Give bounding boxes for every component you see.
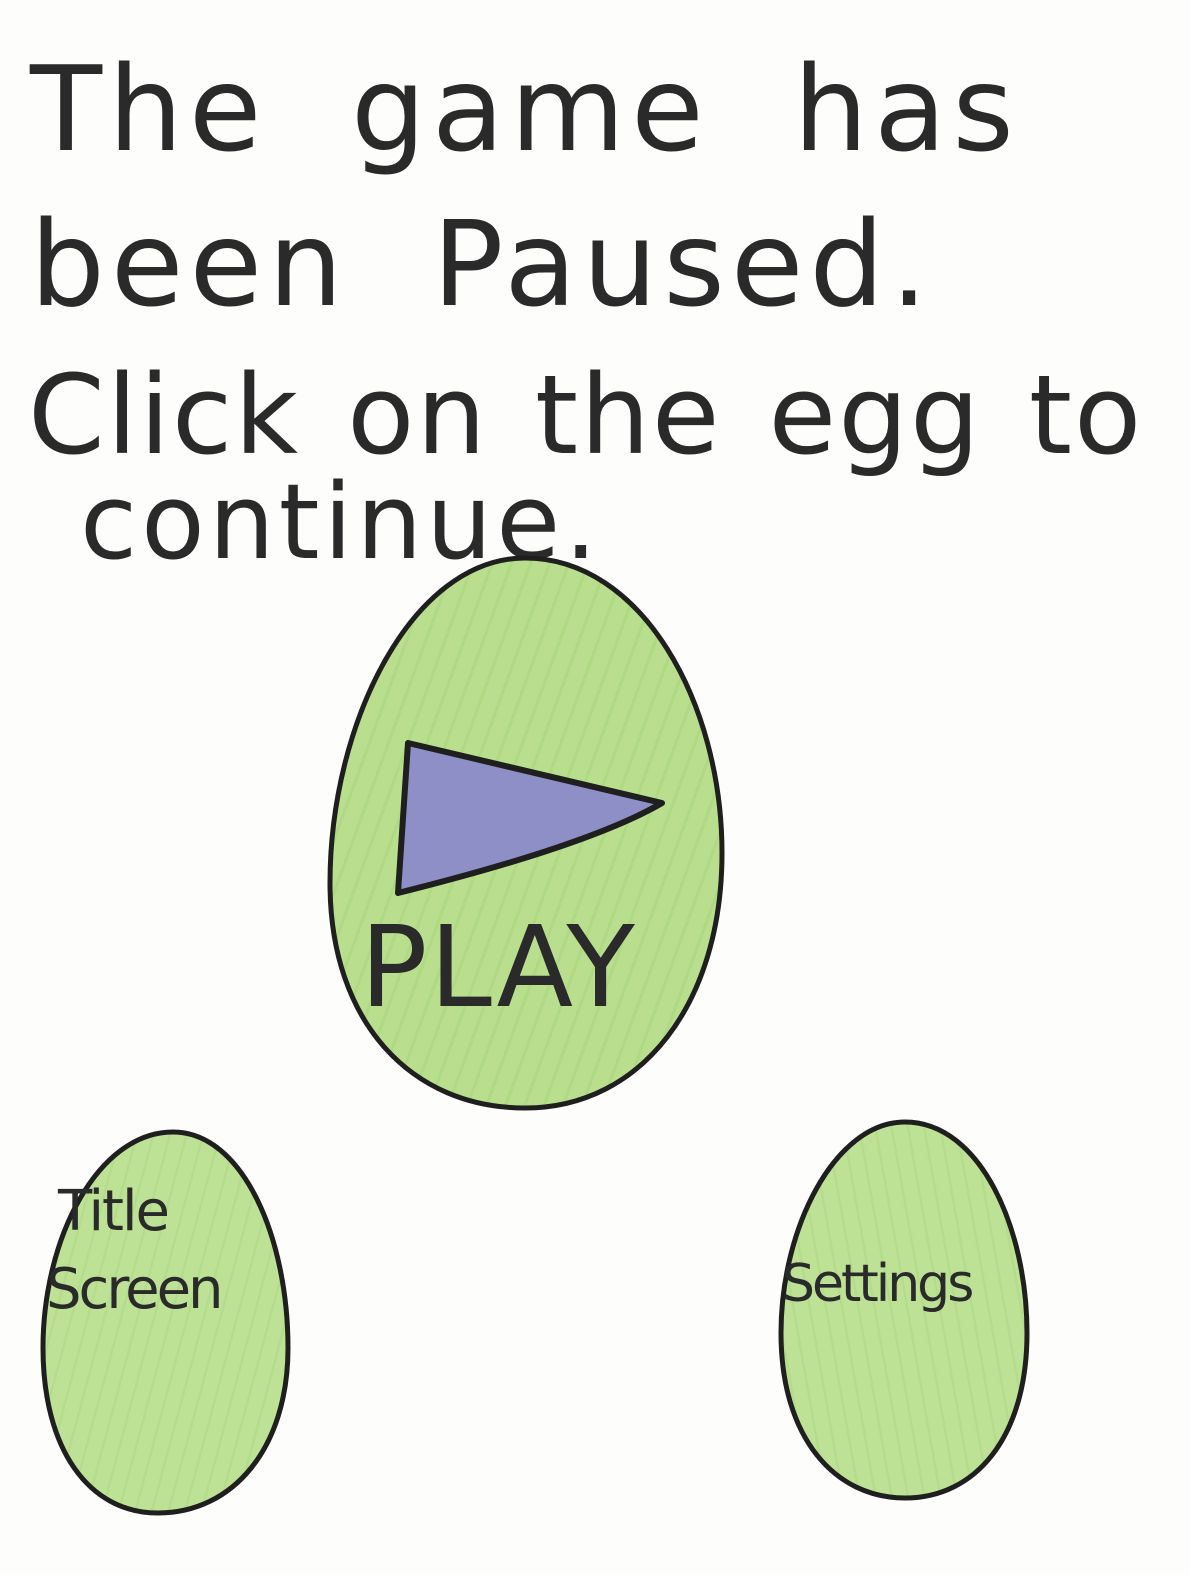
play-triangle-icon: [395, 740, 665, 896]
pause-message-line-2: been Paused.: [30, 195, 934, 333]
play-label: PLAY: [360, 903, 637, 1033]
title-screen-label-line-2: Screen: [46, 1257, 224, 1322]
settings-label: Settings: [782, 1254, 974, 1314]
pause-message-line-1: The game has: [30, 40, 1020, 178]
pause-message-line-3: Click on the egg to: [28, 351, 1144, 479]
pause-message: The game has been Paused. Click on the e…: [0, 0, 1190, 600]
title-screen-label-line-1: Title: [58, 1179, 170, 1244]
